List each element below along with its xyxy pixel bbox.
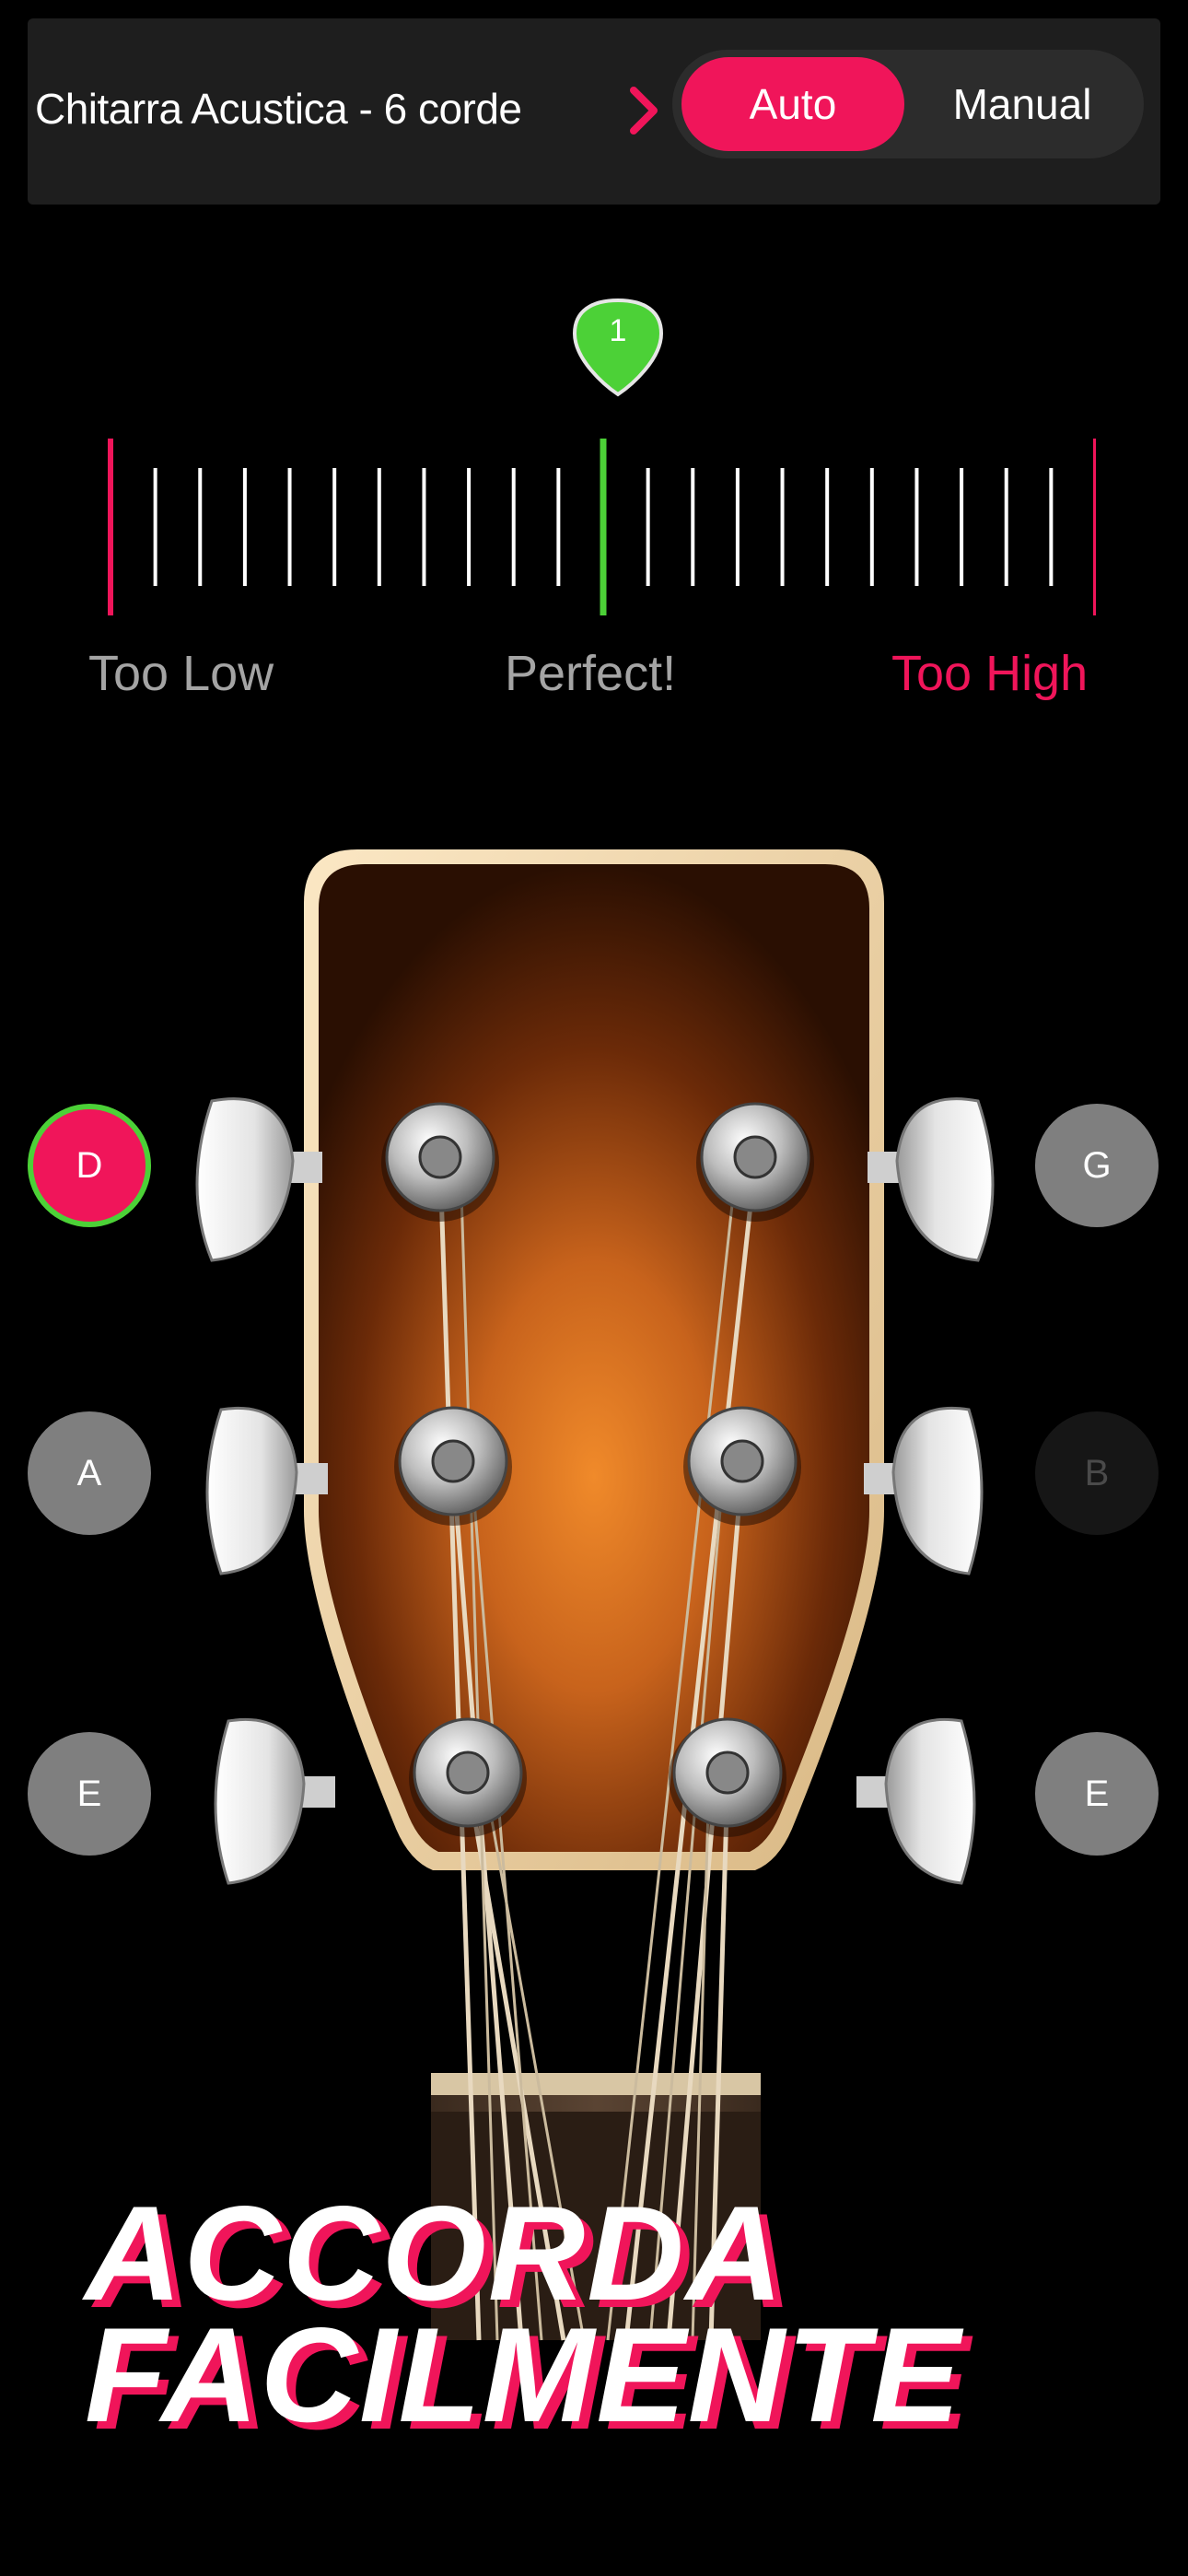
tuner-key-right-1 <box>868 1097 995 1262</box>
promo-line-2: FACILMENTE <box>85 2300 962 2450</box>
peg-right-1 <box>696 1102 814 1222</box>
peg-left-3 <box>409 1717 527 1837</box>
string-button-right-3[interactable]: E <box>1035 1732 1159 1856</box>
string-button-right-2[interactable]: B <box>1035 1411 1159 1535</box>
string-button-left-1[interactable]: D <box>33 1109 146 1222</box>
peg-right-2 <box>683 1406 801 1526</box>
tuner-key-right-3 <box>856 1718 976 1885</box>
string-button-left-3[interactable]: E <box>28 1732 151 1856</box>
tuner-key-left-1 <box>195 1097 322 1262</box>
string-button-right-1[interactable]: G <box>1035 1104 1159 1227</box>
promo-headline: ACCORDA FACILMENTE <box>85 2178 1098 2450</box>
peg-left-2 <box>394 1406 512 1526</box>
promo-line-1: ACCORDA <box>85 2178 786 2328</box>
tuner-key-left-3 <box>214 1718 335 1885</box>
string-button-left-2[interactable]: A <box>28 1411 151 1535</box>
peg-left-1 <box>381 1102 499 1222</box>
peg-right-3 <box>669 1717 786 1837</box>
